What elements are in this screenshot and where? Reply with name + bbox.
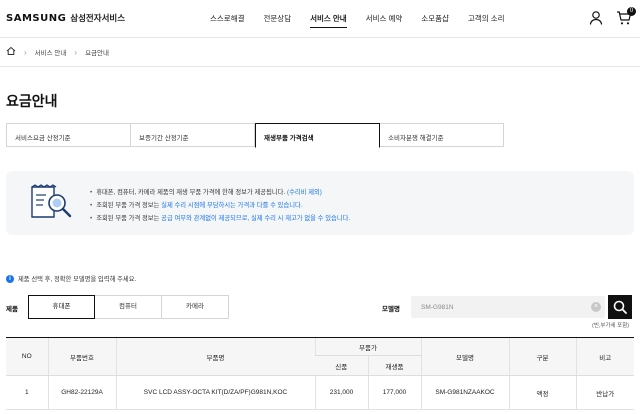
parts-price-table: NO 부품번호 부품명 부품가 모델명 구분 비고 신품 재생품 1 GH82-…	[6, 337, 635, 410]
menu-consult[interactable]: 전문상담	[264, 13, 292, 28]
product-option-phone[interactable]: 휴대폰	[28, 295, 95, 319]
service-name[interactable]: 삼성전자서비스	[70, 12, 125, 24]
document-search-icon	[28, 183, 74, 223]
tab-warranty[interactable]: 보증기간 산정기준	[131, 123, 255, 147]
product-option-computer[interactable]: 컴퓨터	[95, 295, 162, 319]
model-label: 모델명	[382, 306, 400, 313]
col-price: 부품가	[314, 337, 422, 356]
info-text: 조회된 부품 가격 정보는	[96, 215, 162, 222]
info-panel: 휴대폰, 컴퓨터, 카메라 제품의 재생 부품 가격에 한해 정보가 제공됩니다…	[6, 171, 634, 235]
notice-text: 제품 선택 후, 정확한 모델명을 입력해 주세요.	[18, 276, 137, 283]
menu-supplies-shop[interactable]: 소모품샵	[421, 13, 449, 28]
info-highlight: 공급 여부와 관계없이 제공되므로, 실제 수리 시 재고가 없을 수 있습니다…	[161, 215, 351, 222]
clear-icon[interactable]: ×	[591, 302, 601, 312]
cell-new-price: 231,000	[314, 375, 368, 410]
cell-refurb-price: 177,000	[367, 375, 422, 410]
table-row: 1 GH82-22129A SVC LCD ASSY-OCTA KIT(D/ZA…	[6, 375, 635, 410]
col-new-price: 신품	[315, 355, 368, 376]
cart-count-badge: 0	[627, 7, 636, 16]
cart-icon[interactable]: 0	[616, 7, 636, 26]
info-icon: i	[6, 274, 14, 283]
samsung-logo[interactable]: SAMSUNG	[6, 13, 66, 24]
model-search-input[interactable]	[411, 296, 605, 318]
tab-service-fee[interactable]: 서비스요금 산정기준	[6, 123, 131, 147]
vat-hint: (빈,부가세 포함)	[592, 323, 630, 329]
cell-part-number: GH82-22129A	[47, 375, 116, 410]
col-model: 모델명	[420, 337, 510, 376]
product-selector: 휴대폰 컴퓨터 카메라	[28, 295, 229, 319]
info-item: 휴대폰, 컴퓨터, 카메라 제품의 재생 부품 가격에 한해 정보가 제공됩니다…	[90, 186, 350, 199]
info-item: 조회된 부품 가격 정보는 실제 수리 시점에 부담하시는 가격과 다를 수 있…	[90, 199, 350, 212]
main-menu: 스스로해결 전문상담 서비스 안내 서비스 예약 소모품샵 고객의 소리	[210, 13, 524, 28]
info-text: 휴대폰, 컴퓨터, 카메라 제품의 재생 부품 가격에 한해 정보가 제공됩니다…	[96, 189, 286, 196]
chevron-right-icon: ›	[24, 47, 27, 57]
divider	[0, 66, 640, 67]
cell-no: 1	[6, 375, 48, 410]
user-icon[interactable]	[588, 10, 604, 26]
menu-customer-voice[interactable]: 고객의 소리	[468, 13, 505, 28]
col-type: 구분	[508, 337, 577, 376]
cell-note: 반납가	[575, 375, 635, 410]
tab-dispute[interactable]: 소비자분쟁 해결기준	[380, 123, 504, 147]
info-link: (수리비 제외)	[286, 189, 322, 196]
col-part-name: 부품명	[115, 337, 315, 376]
input-notice: i 제품 선택 후, 정확한 모델명을 입력해 주세요.	[6, 274, 136, 283]
menu-service-guide[interactable]: 서비스 안내	[310, 13, 347, 28]
home-icon[interactable]	[6, 46, 16, 58]
search-icon	[608, 300, 632, 321]
breadcrumb-service-guide[interactable]: 서비스 안내	[35, 47, 67, 57]
global-header: SAMSUNG 삼성전자서비스 스스로해결 전문상담 서비스 안내 서비스 예약…	[0, 0, 640, 38]
cell-model: SM-G981NZAAKOC	[420, 375, 510, 410]
col-refurb-price: 재생품	[367, 355, 422, 376]
breadcrumb-current: 요금안내	[85, 50, 109, 57]
menu-self-help[interactable]: 스스로해결	[210, 13, 245, 28]
cell-part-name: SVC LCD ASSY-OCTA KIT(D/ZA/PF)G981N,KOC	[115, 375, 315, 410]
info-list: 휴대폰, 컴퓨터, 카메라 제품의 재생 부품 가격에 한해 정보가 제공됩니다…	[90, 186, 350, 225]
info-highlight: 실제 수리 시점에 부담하시는 가격과 다를 수 있습니다.	[161, 202, 303, 209]
breadcrumb: › 서비스 안내 › 요금안내	[6, 46, 109, 58]
chevron-right-icon: ›	[74, 47, 78, 57]
brand[interactable]: SAMSUNG 삼성전자서비스	[6, 12, 125, 24]
tab-bar: 서비스요금 산정기준 보증기간 산정기준 재생부품 가격검색 소비자분쟁 해결기…	[6, 123, 504, 148]
product-option-camera[interactable]: 카메라	[162, 295, 229, 319]
tab-refurb-parts[interactable]: 재생부품 가격검색	[255, 123, 380, 148]
info-text: 조회된 부품 가격 정보는	[96, 202, 162, 209]
info-item: 조회된 부품 가격 정보는 공급 여부와 관계없이 제공되므로, 실제 수리 시…	[90, 212, 350, 225]
col-part-number: 부품번호	[47, 337, 116, 376]
page-title: 요금안내	[6, 93, 58, 109]
utility-icons: 0	[588, 7, 636, 26]
menu-reservation[interactable]: 서비스 예약	[366, 13, 403, 28]
cell-type: 액정	[508, 375, 577, 410]
col-note: 비고	[575, 337, 635, 376]
product-label: 제품	[6, 306, 18, 313]
search-button[interactable]	[608, 295, 632, 319]
col-no: NO	[6, 337, 48, 376]
